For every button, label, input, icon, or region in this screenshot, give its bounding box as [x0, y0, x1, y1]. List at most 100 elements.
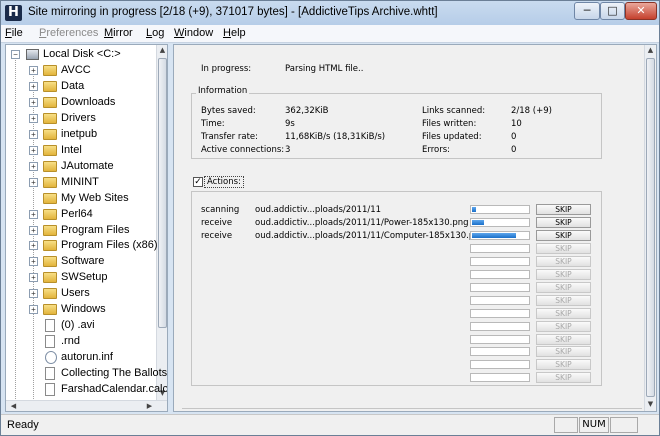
menu-label-rest: indow: [184, 27, 214, 39]
skip-button[interactable]: SKIP: [536, 216, 591, 228]
expand-icon[interactable]: +: [29, 177, 38, 187]
menu-label-rest: elp: [230, 27, 246, 39]
menu-mirror[interactable]: Mirror: [104, 27, 133, 39]
tree-folder-label: SWSetup: [61, 271, 108, 284]
menu-window[interactable]: Window: [174, 27, 213, 39]
tree-file-item[interactable]: (0) .avi: [6, 318, 156, 334]
tree-horizontal-scrollbar[interactable]: ◀ ▶: [6, 400, 167, 411]
divider: [182, 408, 642, 409]
tree-folder-item[interactable]: + Intel: [6, 143, 156, 159]
expand-icon[interactable]: +: [29, 241, 38, 251]
skip-button: SKIP: [536, 346, 591, 358]
tree-folder-item[interactable]: + Windows: [6, 302, 156, 318]
tree-folder-item[interactable]: + Drivers: [6, 111, 156, 127]
expand-icon[interactable]: +: [29, 129, 38, 139]
tree-folder-item[interactable]: + Data: [6, 79, 156, 95]
transfer-progress-bar: [470, 230, 530, 240]
folder-icon: [43, 240, 57, 252]
expand-icon[interactable]: +: [29, 145, 38, 155]
tree-scroll-thumb[interactable]: [158, 58, 167, 328]
tree-file-item[interactable]: autorun.inf: [6, 350, 156, 366]
expand-icon[interactable]: +: [29, 305, 38, 315]
scroll-right-icon[interactable]: ▶: [144, 401, 155, 411]
tree-folder-label: Program Files: [61, 223, 130, 236]
window-title: Site mirroring in progress [2/18 (+9), 3…: [28, 6, 438, 18]
expand-icon[interactable]: +: [29, 97, 38, 107]
file-icon: [45, 367, 55, 381]
tree-vertical-scrollbar[interactable]: ▲ ▼: [156, 45, 167, 400]
title-bar[interactable]: H Site mirroring in progress [2/18 (+9),…: [1, 1, 659, 25]
tree-folder-item[interactable]: + MININT: [6, 175, 156, 191]
tree-folder-item[interactable]: + SWSetup: [6, 270, 156, 286]
action-path: oud.addictiv...ploads/2011/11/Power-185x…: [255, 218, 469, 228]
expand-icon[interactable]: +: [29, 257, 38, 267]
scroll-left-icon[interactable]: ◀: [8, 401, 19, 411]
panel-vertical-scrollbar[interactable]: ▲ ▼: [644, 45, 655, 411]
tree-folder-label: Software: [61, 255, 105, 268]
tree-folder-item[interactable]: + Software: [6, 254, 156, 270]
maximize-button[interactable]: □: [600, 2, 625, 20]
information-title: Information: [196, 86, 250, 96]
expand-icon[interactable]: +: [29, 209, 38, 219]
skip-button: SKIP: [536, 307, 591, 319]
skip-button: SKIP: [536, 281, 591, 293]
menu-preferences[interactable]: Preferences: [39, 27, 98, 39]
tree-folder-item[interactable]: + inetpub: [6, 127, 156, 143]
menu-help[interactable]: Help: [223, 27, 246, 39]
folder-icon: [43, 224, 57, 236]
skip-button[interactable]: SKIP: [536, 229, 591, 241]
scroll-up-icon[interactable]: ▲: [157, 45, 167, 56]
stat-value: 0: [511, 145, 517, 155]
tree-folder-item[interactable]: + Perl64: [6, 207, 156, 223]
tree-file-item[interactable]: FarshadCalendar.calc: [6, 382, 167, 398]
tree-file-item[interactable]: .rnd: [6, 334, 156, 350]
folder-icon: [43, 256, 57, 268]
in-progress-label: In progress:: [201, 64, 252, 74]
tree-folder-item[interactable]: + AVCC: [6, 63, 156, 79]
tree-folder-item[interactable]: + Program Files: [6, 223, 156, 239]
tree-folder-item[interactable]: + Users: [6, 286, 156, 302]
menu-label-rest: ile: [11, 27, 23, 39]
expand-icon[interactable]: +: [29, 273, 38, 283]
skip-button: SKIP: [536, 320, 591, 332]
expand-icon[interactable]: +: [29, 289, 38, 299]
skip-button: SKIP: [536, 242, 591, 254]
stat-label: Transfer rate:: [201, 132, 259, 142]
folder-icon: [43, 80, 57, 92]
tree-file-item[interactable]: Collecting The Ballots: [6, 366, 167, 382]
menu-log[interactable]: Log: [146, 27, 164, 39]
status-cell-num: NUM: [579, 417, 609, 433]
collapse-icon[interactable]: −: [11, 50, 20, 59]
file-icon: [45, 335, 55, 349]
expand-icon[interactable]: +: [29, 161, 38, 171]
expand-icon[interactable]: +: [29, 113, 38, 123]
tree-folder-item[interactable]: + JAutomate: [6, 159, 156, 175]
actions-label[interactable]: Actions:: [204, 176, 244, 188]
tree-folder-label: Perl64: [61, 207, 93, 220]
close-button[interactable]: ✕: [625, 2, 657, 20]
tree-root-label: Local Disk <C:>: [43, 48, 121, 60]
scroll-up-icon[interactable]: ▲: [645, 45, 656, 56]
tree-folder-item[interactable]: My Web Sites: [6, 191, 156, 207]
expand-icon[interactable]: +: [29, 81, 38, 91]
expand-icon[interactable]: +: [29, 66, 38, 75]
stat-label: Bytes saved:: [201, 106, 256, 116]
stat-value: 11,68KiB/s (18,31KiB/s): [285, 132, 386, 142]
folder-icon: [43, 192, 57, 204]
scroll-down-icon[interactable]: ▼: [645, 399, 656, 410]
tree-folder-item[interactable]: + Program Files (x86): [6, 238, 158, 254]
folder-tree[interactable]: − Local Disk <C:> ▲ ▼ ◀ ▶ + AVCC + Data + Dow…: [5, 44, 168, 412]
transfer-progress-bar: [470, 256, 530, 266]
tree-folder-label: Drivers: [61, 111, 96, 124]
stat-label: Links scanned:: [422, 106, 486, 116]
skip-button[interactable]: SKIP: [536, 204, 591, 215]
actions-checkbox[interactable]: ✓: [193, 177, 203, 187]
skip-button: SKIP: [536, 333, 591, 345]
expand-icon[interactable]: +: [29, 225, 38, 235]
menu-file[interactable]: File: [5, 27, 23, 39]
panel-scroll-thumb[interactable]: [646, 58, 655, 397]
tree-folder-item[interactable]: + Downloads: [6, 95, 156, 111]
stat-value: 362,32KiB: [285, 106, 329, 116]
stat-label: Time:: [201, 119, 225, 129]
minimize-button[interactable]: ─: [574, 2, 600, 20]
